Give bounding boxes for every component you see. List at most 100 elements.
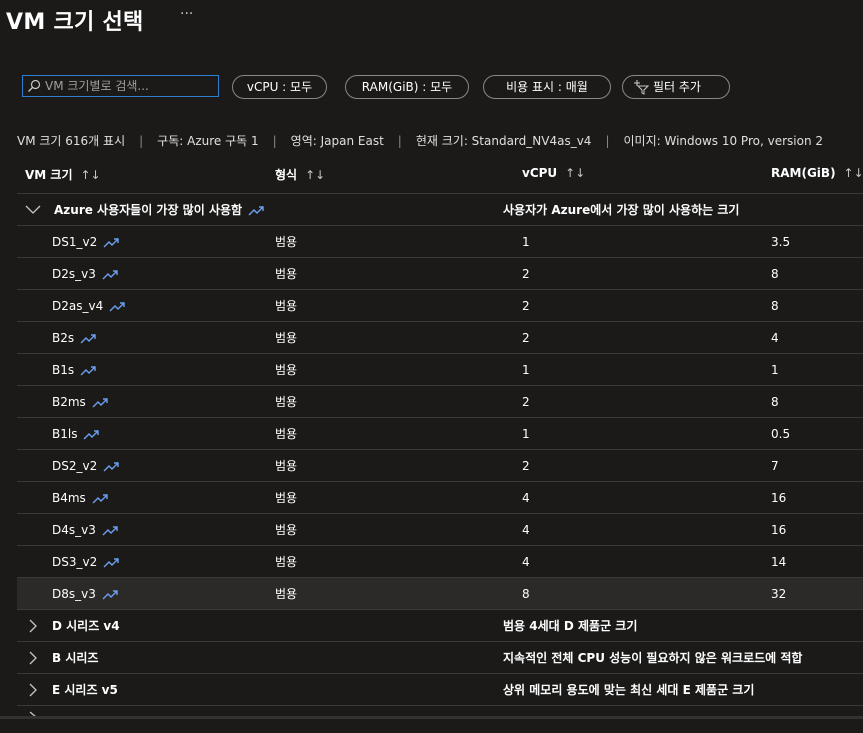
image: 이미지: Windows 10 Pro, version 2	[623, 134, 823, 148]
group-description: 사용자가 Azure에서 가장 많이 사용하는 크기	[503, 203, 740, 217]
chevron-down-icon	[25, 205, 41, 214]
group-label: Azure 사용자들이 가장 많이 사용함	[54, 194, 264, 226]
vcpu-value: 2	[522, 395, 530, 409]
ram-value: 4	[771, 331, 779, 345]
vcpu-value: 1	[522, 363, 530, 377]
group-row-popular[interactable]: Azure 사용자들이 가장 많이 사용함 사용자가 Azure에서 가장 많이 …	[17, 194, 863, 226]
group-row[interactable]: E 시리즈 v5 상위 메모리 용도에 맞는 최신 세대 E 제품군 크기	[17, 674, 863, 706]
column-header-vcpu[interactable]: vCPU ↑↓	[522, 166, 585, 186]
ram-value: 0.5	[771, 427, 791, 441]
more-options-button[interactable]: ···	[180, 6, 193, 22]
ram-value: 3.5	[771, 235, 791, 249]
ram-value: 16	[771, 523, 787, 537]
vm-size-name: DS3_v2	[52, 546, 119, 578]
sort-icon: ↑↓	[305, 168, 326, 182]
group-description: 상위 메모리 용도에 맞는 최신 세대 E 제품군 크기	[503, 683, 755, 697]
vcpu-value: 2	[522, 331, 530, 345]
trending-icon	[92, 397, 108, 407]
group-label: E 시리즈 v5	[52, 683, 118, 697]
trending-icon	[92, 493, 108, 503]
table-row[interactable]: B2s 범용 2 4	[17, 322, 863, 354]
divider	[17, 705, 863, 706]
vm-type: 범용	[275, 427, 298, 441]
vcpu-value: 8	[522, 587, 530, 601]
vm-size-name: D2s_v3	[52, 258, 118, 290]
table-row[interactable]: DS2_v2 범용 2 7	[17, 450, 863, 482]
trending-icon	[103, 557, 119, 567]
vm-type: 범용	[275, 267, 298, 281]
table-row[interactable]: D8s_v3 범용 8 32	[17, 578, 863, 610]
vm-size-name: DS1_v2	[52, 226, 119, 258]
vm-type: 범용	[275, 331, 298, 345]
group-row[interactable]: B 시리즈 지속적인 전체 CPU 성능이 필요하지 않은 워크로드에 적합	[17, 642, 863, 674]
search-input[interactable]	[45, 77, 215, 95]
horizontal-scrollbar[interactable]	[0, 716, 863, 719]
ram-value: 8	[771, 395, 779, 409]
group-row[interactable]: D 시리즈 v4 범용 4세대 D 제품군 크기	[17, 610, 863, 642]
trending-icon	[248, 205, 264, 215]
vcpu-value: 1	[522, 235, 530, 249]
ram-value: 16	[771, 491, 787, 505]
vm-type: 범용	[275, 587, 298, 601]
vcpu-value: 1	[522, 427, 530, 441]
add-filter-label: 필터 추가	[653, 80, 701, 94]
vm-type: 범용	[275, 363, 298, 377]
vcpu-value: 4	[522, 523, 530, 537]
column-header-type[interactable]: 형식 ↑↓	[275, 166, 325, 186]
vcpu-value: 4	[522, 491, 530, 505]
ram-value: 14	[771, 555, 787, 569]
ram-value: 1	[771, 363, 779, 377]
trending-icon	[102, 589, 118, 599]
vm-size-name: D2as_v4	[52, 290, 125, 322]
vm-count: VM 크기 616개 표시	[17, 134, 126, 148]
add-filter-icon	[634, 80, 649, 95]
vm-size-name: DS2_v2	[52, 450, 119, 482]
table-row[interactable]: DS3_v2 범용 4 14	[17, 546, 863, 578]
vm-type: 범용	[275, 523, 298, 537]
vm-type: 범용	[275, 395, 298, 409]
column-header-ram[interactable]: RAM(GiB) ↑↓	[771, 166, 863, 186]
add-filter-button[interactable]: 필터 추가	[622, 75, 730, 99]
current-size: 현재 크기: Standard_NV4as_v4	[415, 134, 592, 148]
vm-type: 범용	[275, 555, 298, 569]
region: 영역: Japan East	[290, 134, 384, 148]
table-row[interactable]: B4ms 범용 4 16	[17, 482, 863, 514]
table-row[interactable]: D2as_v4 범용 2 8	[17, 290, 863, 322]
ram-value: 7	[771, 459, 779, 473]
filter-vcpu[interactable]: vCPU : 모두	[232, 75, 327, 99]
trending-icon	[102, 525, 118, 535]
table-row[interactable]: B1ls 범용 1 0.5	[17, 418, 863, 450]
info-bar: VM 크기 616개 표시 | 구독: Azure 구독 1 | 영역: Japan E…	[17, 132, 823, 149]
vm-type: 범용	[275, 491, 298, 505]
sort-icon: ↑↓	[80, 168, 101, 182]
subscription: 구독: Azure 구독 1	[157, 134, 259, 148]
trending-icon	[103, 237, 119, 247]
table-row[interactable]: DS1_v2 범용 1 3.5	[17, 226, 863, 258]
ram-value: 8	[771, 299, 779, 313]
vm-type: 범용	[275, 299, 298, 313]
trending-icon	[80, 333, 96, 343]
table-row[interactable]: B1s 범용 1 1	[17, 354, 863, 386]
divider: |	[272, 134, 277, 148]
search-box[interactable]	[22, 75, 219, 97]
trending-icon	[83, 429, 100, 439]
chevron-right-icon	[29, 619, 37, 633]
vm-type: 범용	[275, 235, 298, 249]
table-row[interactable]: D4s_v3 범용 4 16	[17, 514, 863, 546]
vcpu-value: 2	[522, 267, 530, 281]
divider: |	[397, 134, 402, 148]
sort-icon: ↑↓	[843, 166, 863, 180]
table-row[interactable]: B2ms 범용 2 8	[17, 386, 863, 418]
table-row[interactable]: D2s_v3 범용 2 8	[17, 258, 863, 290]
vcpu-value: 4	[522, 555, 530, 569]
filter-ram[interactable]: RAM(GiB) : 모두	[345, 75, 469, 99]
trending-icon	[80, 365, 96, 375]
column-header-vm-size[interactable]: VM 크기 ↑↓	[25, 166, 101, 186]
ram-value: 8	[771, 267, 779, 281]
vm-size-name: B4ms	[52, 482, 108, 514]
divider: |	[605, 134, 610, 148]
filter-cost-display[interactable]: 비용 표시 : 매월	[483, 75, 611, 99]
search-icon	[28, 79, 41, 92]
vm-size-name: D4s_v3	[52, 514, 118, 546]
vcpu-value: 2	[522, 459, 530, 473]
